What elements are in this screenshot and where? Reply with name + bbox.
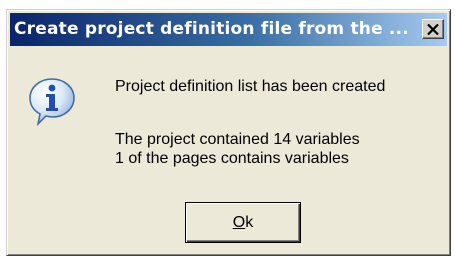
ok-mnemonic: O	[232, 213, 246, 231]
variables-count-text: The project contained 14 variables	[115, 131, 360, 148]
close-button[interactable]	[422, 19, 444, 39]
ok-label-rest: k	[245, 213, 254, 231]
pages-count-text: 1 of the pages contains variables	[115, 150, 349, 167]
message-text: Project definition list has been created	[115, 78, 386, 95]
close-icon	[427, 23, 439, 35]
ok-button[interactable]: Ok	[185, 202, 301, 243]
ok-button-label: Ok	[233, 214, 253, 232]
dialog-window: Create project definition file from the …	[6, 9, 451, 256]
title-bar[interactable]: Create project definition file from the …	[10, 13, 447, 46]
info-icon	[29, 78, 75, 127]
dialog-title: Create project definition file from the …	[14, 19, 409, 39]
